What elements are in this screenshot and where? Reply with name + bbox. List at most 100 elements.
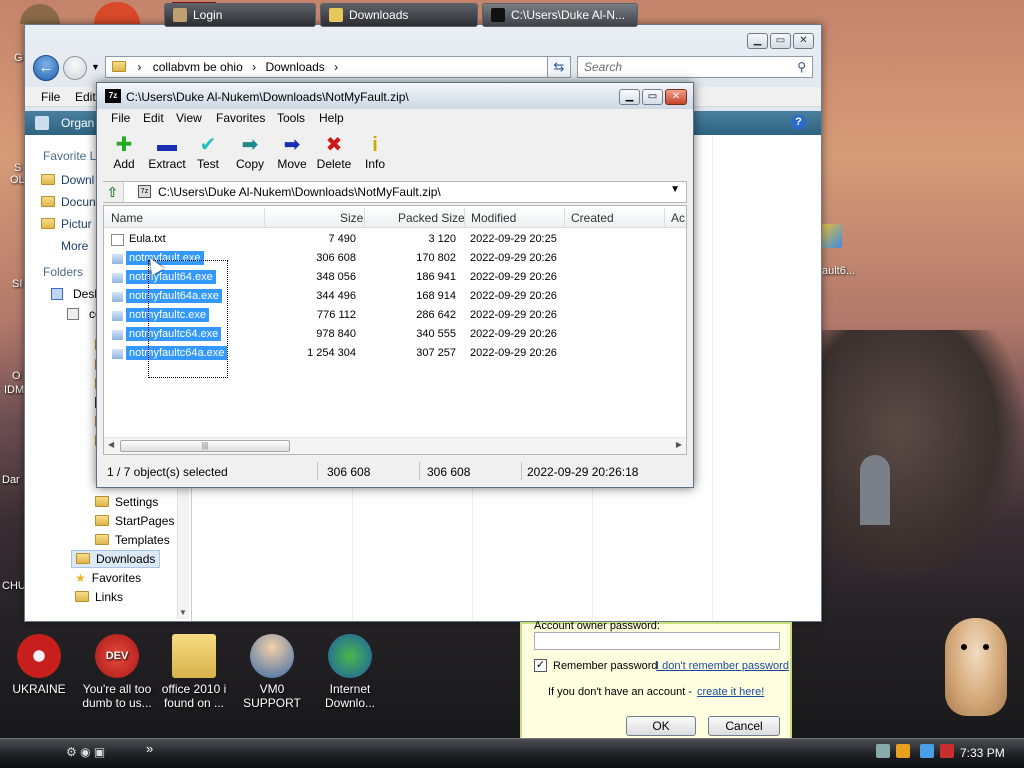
file-row[interactable]: notmyfaultc.exe 776 112 286 642 2022-09-29 … (104, 307, 686, 326)
password-input[interactable] (534, 632, 780, 650)
forward-button[interactable] (63, 56, 87, 80)
horizontal-scrollbar[interactable]: ◀ ||| ▶ (104, 437, 686, 454)
file-row[interactable]: notmyfault64.exe 348 056 186 941 2022-09-29… (104, 269, 686, 288)
column-header-created[interactable]: Created (571, 211, 614, 225)
tree-item-templates[interactable]: Templates (95, 533, 170, 547)
menu-edit[interactable]: Edit (75, 90, 96, 104)
check-icon: ✔ (199, 134, 217, 156)
maximize-button[interactable]: ▭ (642, 89, 663, 105)
radiation-icon (17, 634, 61, 678)
column-header-packed-size[interactable]: Packed Size (398, 211, 465, 225)
menu-help[interactable]: Help (319, 111, 344, 125)
scroll-down-icon[interactable]: ▼ (179, 608, 187, 617)
back-arrow-icon[interactable]: ← (33, 55, 59, 81)
address-bar[interactable]: › collabvm be ohio › Downloads › ▼ (105, 56, 570, 78)
scroll-left-icon[interactable]: ◀ (108, 440, 114, 449)
menu-tools[interactable]: Tools (277, 111, 305, 125)
search-input[interactable]: Search ⚲ (577, 56, 813, 78)
history-dropdown-icon[interactable]: ▼ (91, 62, 100, 72)
menu-file[interactable]: File (41, 90, 60, 104)
7zip-window[interactable]: 7z C:\Users\Duke Al-Nukem\Downloads\NotM… (96, 82, 694, 488)
path-dropdown-icon[interactable]: ▼ (670, 184, 680, 195)
desktop-app-icon[interactable] (94, 2, 140, 24)
move-button[interactable]: ➡ Move (275, 133, 309, 171)
file-row[interactable]: Eula.txt 7 490 3 120 2022-09-29 20:25 (104, 231, 686, 250)
help-icon[interactable]: ? (791, 115, 806, 130)
cancel-button[interactable]: Cancel (708, 716, 780, 736)
breadcrumb-computer[interactable]: collabvm be ohio (153, 60, 243, 74)
display-tray-icon[interactable] (920, 744, 934, 758)
delete-button[interactable]: ✖ Delete (315, 133, 353, 171)
desktop-icon-office[interactable]: office 2010 i found on ... (152, 634, 236, 710)
folder-icon (41, 196, 55, 207)
column-header-name[interactable]: Name (111, 211, 143, 225)
desktop-app-icon[interactable] (20, 4, 60, 24)
tree-item-startpages[interactable]: StartPages (95, 514, 174, 528)
nav-link-documents[interactable]: Docun (41, 195, 96, 209)
taskbar-button-login[interactable]: Login (164, 3, 316, 27)
file-row[interactable]: notmyfaultc64a.exe 1 254 304 307 257 2022-0… (104, 345, 686, 364)
file-name: notmyfault64.exe (126, 270, 216, 284)
minimize-button[interactable]: ▁ (747, 33, 768, 49)
file-row[interactable]: notmyfault.exe 306 608 170 802 2022-09-29 2… (104, 250, 686, 269)
tree-item-desktop[interactable]: Desk (51, 287, 100, 301)
folders-header[interactable]: Folders (43, 265, 83, 279)
desktop-icon-devcpp[interactable]: DEV You're all too dumb to us... (75, 634, 159, 710)
path-combobox[interactable]: ⇧ 7z C:\Users\Duke Al-Nukem\Downloads\No… (102, 181, 687, 203)
7zip-titlebar[interactable]: 7z C:\Users\Duke Al-Nukem\Downloads\NotM… (97, 83, 693, 109)
file-modified: 2022-09-29 20:26 (470, 309, 557, 321)
refresh-icon[interactable]: ⇆ (547, 56, 571, 78)
menu-file[interactable]: File (111, 111, 130, 125)
copy-button[interactable]: ➡ Copy (233, 133, 267, 171)
desktop-icon-ukraine[interactable]: UKRAINE (0, 634, 81, 696)
remember-password-checkbox[interactable]: ✓ (534, 659, 547, 672)
breadcrumb-downloads[interactable]: Downloads (265, 60, 324, 74)
organize-button[interactable]: Organ (61, 116, 94, 130)
file-row[interactable]: notmyfault64a.exe 344 496 168 914 2022-09-2… (104, 288, 686, 307)
minimize-button[interactable]: ▁ (619, 89, 640, 105)
up-folder-icon[interactable]: ⇧ (102, 182, 124, 202)
archive-file-list[interactable]: Name Size Packed Size Modified Created A… (103, 205, 687, 455)
tree-item-downloads[interactable]: Downloads (71, 550, 161, 568)
taskbar-button-downloads[interactable]: Downloads (320, 3, 478, 27)
network-icon[interactable] (876, 744, 890, 758)
test-button[interactable]: ✔ Test (193, 133, 223, 171)
scroll-right-icon[interactable]: ▶ (676, 440, 682, 449)
extract-button[interactable]: ▬ Extract (145, 133, 189, 171)
support-person-icon (250, 634, 294, 678)
volume-muted-icon[interactable] (940, 744, 954, 758)
maximize-button[interactable]: ▭ (770, 33, 791, 49)
nav-link-more[interactable]: More (61, 239, 88, 253)
close-button[interactable]: ✕ (793, 33, 814, 49)
nav-link-downloads[interactable]: Downl (41, 173, 94, 187)
tree-item-favorites[interactable]: ★ Favorites (75, 571, 141, 585)
quicklaunch-overflow-icon[interactable]: » (146, 741, 153, 756)
create-account-link[interactable]: create it here! (697, 686, 764, 698)
forgot-password-link[interactable]: I don't remember password (656, 660, 789, 672)
desktop-icon-vm0-support[interactable]: VM0 SUPPORT (230, 634, 314, 710)
add-button[interactable]: ✚ Add (111, 133, 137, 171)
column-header-accessed[interactable]: Ac (671, 211, 685, 225)
desktop-icon-idm[interactable]: Internet Downlo... (308, 634, 392, 710)
column-header-size[interactable]: Size (340, 211, 363, 225)
quicklaunch-icons[interactable]: ⚙ ◉ ▣ (66, 745, 105, 759)
status-size: 306 608 (327, 465, 371, 479)
ok-button[interactable]: OK (626, 716, 696, 736)
menu-favorites[interactable]: Favorites (216, 111, 265, 125)
tree-item-links[interactable]: Links (75, 590, 123, 604)
close-button[interactable]: ✕ (665, 89, 687, 105)
menu-edit[interactable]: Edit (143, 111, 164, 125)
nav-link-pictures[interactable]: Pictur (41, 217, 92, 231)
file-packed-size: 340 555 (416, 328, 456, 340)
column-header-modified[interactable]: Modified (471, 211, 516, 225)
nav-scrollbar[interactable]: ▼ (177, 477, 189, 619)
info-button[interactable]: i Info (361, 133, 389, 171)
scrollbar-thumb[interactable]: ||| (120, 440, 290, 452)
taskbar-button-7zip[interactable]: C:\Users\Duke Al-N... (482, 3, 638, 27)
clock[interactable]: 7:33 PM (960, 746, 1005, 760)
file-row[interactable]: notmyfaultc64.exe 978 840 340 555 2022-09-2… (104, 326, 686, 345)
search-tray-icon[interactable] (896, 744, 910, 758)
tree-item-settings[interactable]: Settings (95, 495, 158, 509)
shield-icon[interactable] (820, 224, 842, 248)
menu-view[interactable]: View (176, 111, 202, 125)
